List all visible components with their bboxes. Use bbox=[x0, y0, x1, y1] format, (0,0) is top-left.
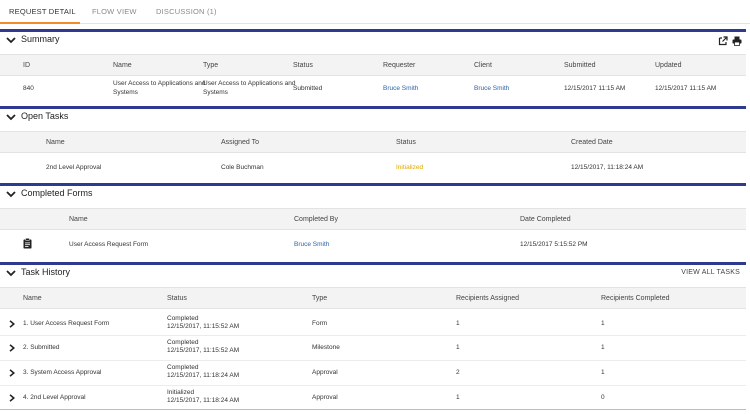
summary-header[interactable]: Summary bbox=[0, 32, 746, 48]
col-assigned-to: Assigned To bbox=[221, 139, 260, 146]
task-name: 2nd Level Approval bbox=[46, 164, 102, 171]
summary-column-header: ID Name Type Status Requester Client Sub… bbox=[0, 54, 746, 76]
col-status: Status bbox=[396, 139, 416, 146]
history-name: 1. User Access Request Form bbox=[23, 320, 110, 327]
completed-by-link[interactable]: Bruce Smith bbox=[294, 241, 329, 249]
history-date: 12/15/2017, 11:18:24 AM bbox=[167, 372, 240, 379]
chevron-right-icon[interactable] bbox=[9, 394, 15, 402]
row-divider bbox=[0, 335, 746, 336]
summary-updated: 12/15/2017 11:15 AM bbox=[655, 85, 717, 92]
history-status: Completed bbox=[167, 339, 199, 346]
history-type: Approval bbox=[312, 394, 338, 401]
form-name: User Access Request Form bbox=[69, 241, 149, 248]
col-completed-by: Completed By bbox=[294, 216, 338, 223]
col-status: Status bbox=[167, 295, 187, 302]
history-assigned: 2 bbox=[456, 369, 460, 376]
history-completed: 1 bbox=[601, 369, 605, 376]
tab-discussion[interactable]: DISCUSSION (1) bbox=[156, 7, 217, 16]
col-recipients-completed: Recipients Completed bbox=[601, 295, 670, 302]
summary-submitted: 12/15/2017 11:15 AM bbox=[564, 85, 626, 92]
col-id: ID bbox=[23, 62, 30, 69]
col-name: Name bbox=[46, 139, 65, 146]
tab-request-detail[interactable]: REQUEST DETAIL bbox=[9, 7, 76, 16]
task-created: 12/15/2017, 11:18:24 AM bbox=[571, 164, 644, 171]
col-requester: Requester bbox=[383, 62, 416, 69]
summary-status: Submitted bbox=[293, 85, 323, 92]
tab-flow-view[interactable]: FLOW VIEW bbox=[92, 7, 137, 16]
summary-type-line1: User Access to Applications and bbox=[203, 80, 296, 87]
open-tasks-section: Open Tasks Name Assigned To Status Creat… bbox=[0, 106, 746, 179]
task-history-header[interactable]: Task History VIEW ALL TASKS bbox=[0, 265, 746, 281]
history-date: 12/15/2017, 11:15:52 AM bbox=[167, 347, 240, 354]
chevron-down-icon[interactable] bbox=[6, 112, 16, 122]
history-name: 2. Submitted bbox=[23, 344, 60, 351]
completed-forms-title: Completed Forms bbox=[21, 188, 93, 198]
col-type: Type bbox=[203, 62, 219, 69]
chevron-down-icon[interactable] bbox=[6, 189, 16, 199]
task-history-column-header: Name Status Type Recipients Assigned Rec… bbox=[0, 287, 746, 309]
col-created-date: Created Date bbox=[571, 139, 613, 146]
col-name: Name bbox=[69, 216, 88, 223]
history-assigned: 1 bbox=[456, 394, 460, 401]
history-name: 3. System Access Approval bbox=[23, 369, 102, 376]
history-date: 12/15/2017, 11:15:52 AM bbox=[167, 323, 240, 330]
col-name: Name bbox=[113, 62, 132, 69]
row-divider bbox=[0, 385, 746, 386]
status-badge: Initialized bbox=[396, 164, 424, 171]
col-submitted: Submitted bbox=[564, 62, 596, 69]
summary-section: Summary ID Name Type Status Requester Cl… bbox=[0, 29, 746, 103]
completed-forms-column-header: Name Completed By Date Completed bbox=[0, 208, 746, 230]
form-date: 12/15/2017 5:15:52 PM bbox=[520, 241, 588, 248]
active-tab-indicator bbox=[0, 22, 80, 24]
history-type: Form bbox=[312, 320, 328, 327]
client-link[interactable]: Bruce Smith bbox=[474, 85, 509, 93]
summary-type-line2: Systems bbox=[203, 89, 228, 96]
history-type: Approval bbox=[312, 369, 338, 376]
row-divider bbox=[0, 360, 746, 361]
history-name: 4. 2nd Level Approval bbox=[23, 394, 86, 401]
task-history-title: Task History bbox=[21, 267, 71, 277]
summary-name-line1: User Access to Applications and bbox=[113, 80, 206, 87]
col-client: Client bbox=[474, 62, 492, 69]
requester-link[interactable]: Bruce Smith bbox=[383, 85, 418, 93]
completed-forms-section: Completed Forms Name Completed By Date C… bbox=[0, 183, 746, 259]
summary-id: 840 bbox=[23, 85, 34, 92]
open-tasks-header[interactable]: Open Tasks bbox=[0, 109, 746, 125]
history-status: Initialized bbox=[167, 389, 195, 396]
chevron-right-icon[interactable] bbox=[9, 369, 15, 377]
tab-bar: REQUEST DETAIL FLOW VIEW DISCUSSION (1) bbox=[0, 0, 750, 24]
completed-forms-header[interactable]: Completed Forms bbox=[0, 186, 746, 202]
col-recipients-assigned: Recipients Assigned bbox=[456, 295, 520, 302]
task-history-section: Task History VIEW ALL TASKS Name Status … bbox=[0, 262, 746, 410]
history-assigned: 1 bbox=[456, 344, 460, 351]
history-completed: 0 bbox=[601, 394, 605, 401]
col-updated: Updated bbox=[655, 62, 682, 69]
col-type: Type bbox=[312, 295, 328, 302]
col-name: Name bbox=[23, 295, 42, 302]
open-tasks-column-header: Name Assigned To Status Created Date bbox=[0, 131, 746, 153]
task-assigned: Cole Buchman bbox=[221, 164, 264, 171]
history-type: Milestone bbox=[312, 344, 340, 351]
history-status: Completed bbox=[167, 364, 199, 371]
col-date-completed: Date Completed bbox=[520, 216, 571, 223]
external-link-icon[interactable] bbox=[718, 36, 728, 46]
chevron-right-icon[interactable] bbox=[9, 344, 15, 352]
print-icon[interactable] bbox=[732, 36, 742, 46]
history-date: 12/15/2017, 11:18:24 AM bbox=[167, 397, 240, 404]
chevron-down-icon[interactable] bbox=[6, 35, 16, 45]
chevron-down-icon[interactable] bbox=[6, 268, 16, 278]
chevron-right-icon[interactable] bbox=[9, 320, 15, 328]
history-completed: 1 bbox=[601, 344, 605, 351]
history-assigned: 1 bbox=[456, 320, 460, 327]
history-status: Completed bbox=[167, 315, 199, 322]
summary-title: Summary bbox=[21, 34, 60, 44]
view-all-tasks-link[interactable]: VIEW ALL TASKS bbox=[681, 269, 740, 276]
history-completed: 1 bbox=[601, 320, 605, 327]
col-status: Status bbox=[293, 62, 313, 69]
summary-name-line2: Systems bbox=[113, 89, 138, 96]
section-bottom-border bbox=[0, 409, 746, 410]
clipboard-icon[interactable] bbox=[23, 238, 32, 249]
open-tasks-title: Open Tasks bbox=[21, 111, 69, 121]
